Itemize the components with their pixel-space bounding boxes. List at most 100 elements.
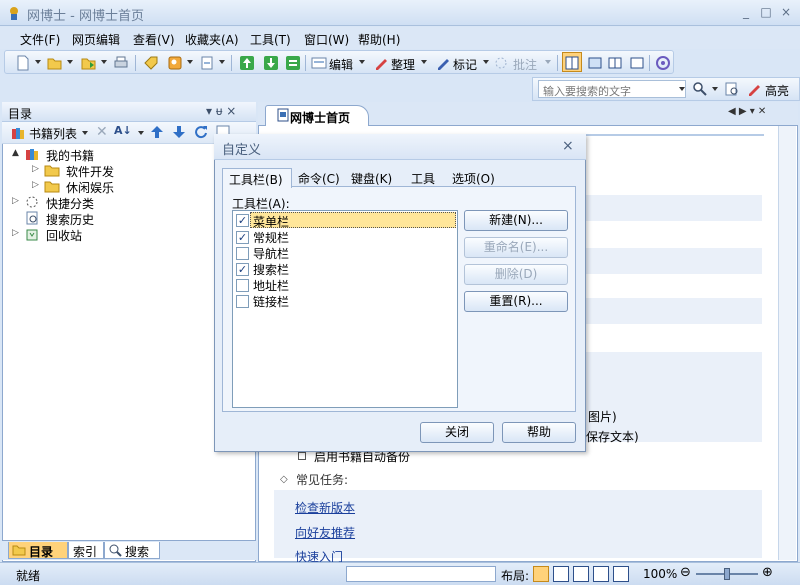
tree-item-recycle-bin[interactable]: 回收站 — [46, 227, 82, 244]
link-recommend[interactable]: 向好友推荐 — [295, 524, 355, 541]
open-icon[interactable] — [47, 55, 63, 71]
layout-label: 布局: — [501, 567, 529, 584]
dialog-close-icon[interactable]: × — [562, 138, 574, 154]
list-item-links[interactable]: 链接栏 — [253, 293, 289, 310]
search-icon[interactable] — [692, 81, 708, 97]
move-up-icon[interactable] — [239, 55, 255, 71]
tree-expander[interactable]: ▲ — [12, 148, 19, 158]
book-view-icon[interactable] — [607, 55, 623, 71]
zoom-level: 100% — [643, 567, 677, 581]
sort-icon[interactable]: A↓ — [114, 124, 132, 137]
list-item-menubar[interactable]: 菜单栏 — [253, 213, 289, 230]
print-icon[interactable] — [113, 55, 129, 71]
delete-toolbar-button[interactable]: 删除(D) — [464, 264, 568, 285]
search-tab-icon — [108, 543, 122, 557]
page-icon — [276, 108, 290, 122]
zoom-in-icon[interactable]: ⊕ — [762, 565, 773, 580]
delete-icon[interactable]: ✕ — [96, 124, 108, 140]
find-icon[interactable] — [724, 81, 740, 97]
dialog-help-button[interactable]: 帮助 — [502, 422, 576, 443]
checkbox-address[interactable] — [236, 279, 249, 292]
pane-controls[interactable]: ▾ ᵾ × — [206, 104, 236, 118]
sync-icon[interactable] — [285, 55, 301, 71]
list-item-search[interactable]: 搜索栏 — [253, 261, 289, 278]
settings-icon[interactable] — [655, 55, 671, 71]
search-input[interactable]: 输入要搜索的文字 — [538, 80, 686, 98]
tag-icon[interactable] — [143, 55, 159, 71]
menu-window[interactable]: 窗口(W) — [304, 31, 349, 48]
key-icon[interactable] — [167, 55, 183, 71]
organize-icon[interactable] — [373, 55, 389, 71]
list-item-navigation[interactable]: 导航栏 — [253, 245, 289, 262]
reset-toolbar-button[interactable]: 重置(R)... — [464, 291, 568, 312]
tree-item-leisure[interactable]: 休闲娱乐 — [66, 179, 114, 196]
zoom-out-icon[interactable]: ⊖ — [680, 565, 691, 580]
mark-label[interactable]: 标记 — [453, 56, 477, 73]
tree-expander[interactable]: ▷ — [32, 180, 39, 190]
new-icon[interactable] — [15, 55, 31, 71]
layout-5-button[interactable] — [613, 566, 629, 582]
tree-item-search-history[interactable]: 搜索历史 — [46, 211, 94, 228]
new-toolbar-button[interactable]: 新建(N)... — [464, 210, 568, 231]
tab-nav-controls[interactable]: ◀ ▶ ▾ ✕ — [728, 106, 766, 117]
layout-3-button[interactable] — [573, 566, 589, 582]
annotate-icon[interactable] — [493, 55, 509, 71]
edit-label[interactable]: 编辑 — [329, 56, 353, 73]
window-view-icon[interactable] — [587, 55, 603, 71]
rename-toolbar-button[interactable]: 重命名(E)... — [464, 237, 568, 258]
layout-2-button[interactable] — [553, 566, 569, 582]
tree-item-quick-category[interactable]: 快捷分类 — [46, 195, 94, 212]
menu-help[interactable]: 帮助(H) — [358, 31, 400, 48]
menu-web-edit[interactable]: 网页编辑 — [72, 31, 120, 48]
refresh-icon[interactable] — [194, 125, 208, 139]
dialog-tab-commands[interactable]: 命令(C) — [292, 168, 346, 188]
move-down-icon[interactable] — [263, 55, 279, 71]
menu-view[interactable]: 查看(V) — [133, 31, 175, 48]
link-check-update[interactable]: 检查新版本 — [295, 499, 355, 516]
checkbox-search[interactable]: ✓ — [236, 263, 249, 276]
checkbox-navigation[interactable] — [236, 247, 249, 260]
book-list-button[interactable]: 书籍列表 — [29, 125, 77, 142]
mark-icon[interactable] — [435, 55, 451, 71]
tree-expander[interactable]: ▷ — [32, 164, 39, 174]
edit-icon[interactable] — [311, 55, 327, 71]
bullet-icon: ◇ — [280, 474, 288, 485]
layout-1-button[interactable] — [533, 566, 549, 582]
menu-file[interactable]: 文件(F) — [20, 31, 60, 48]
vertical-scrollbar[interactable] — [778, 126, 796, 560]
highlight-icon[interactable] — [746, 81, 762, 97]
highlight-label[interactable]: 高亮 — [765, 82, 789, 99]
arrow-down-icon[interactable] — [172, 125, 186, 139]
backup-checkbox[interactable] — [298, 452, 306, 460]
close-window-button[interactable]: × — [778, 5, 794, 19]
dialog-title-bar: 自定义 × — [214, 134, 586, 160]
import-icon[interactable] — [81, 55, 97, 71]
content-text: 保存文本) — [586, 428, 639, 445]
tree-expander[interactable]: ▷ — [12, 228, 19, 238]
layout-4-button[interactable] — [593, 566, 609, 582]
dialog-tab-toolbars[interactable]: 工具栏(B) — [222, 168, 292, 188]
organize-label[interactable]: 整理 — [391, 56, 415, 73]
zoom-slider-thumb[interactable] — [724, 568, 730, 580]
menu-favorites[interactable]: 收藏夹(A) — [185, 31, 239, 48]
list-item-address[interactable]: 地址栏 — [253, 277, 289, 294]
checkbox-menubar[interactable]: ✓ — [236, 214, 249, 227]
my-books-icon — [24, 146, 40, 162]
maximize-button[interactable]: □ — [758, 5, 774, 19]
page-setup-icon[interactable] — [199, 55, 215, 71]
minimize-button[interactable]: _ — [738, 5, 754, 19]
dialog-close-button[interactable]: 关闭 — [420, 422, 494, 443]
single-view-icon[interactable] — [629, 55, 645, 71]
list-item-standard[interactable]: 常规栏 — [253, 229, 289, 246]
annotate-label[interactable]: 批注 — [513, 56, 537, 73]
dialog-tab-options[interactable]: 选项(O) — [446, 168, 501, 188]
menu-tools[interactable]: 工具(T) — [250, 31, 291, 48]
tree-item-software-dev[interactable]: 软件开发 — [66, 163, 114, 180]
arrow-up-icon[interactable] — [150, 125, 164, 139]
checkbox-links[interactable] — [236, 295, 249, 308]
tree-expander[interactable]: ▷ — [12, 196, 19, 206]
checkbox-standard[interactable]: ✓ — [236, 231, 249, 244]
dialog-tab-keyboard[interactable]: 键盘(K) — [345, 168, 398, 188]
tab-index[interactable]: 索引 — [68, 542, 104, 559]
dialog-tab-tools[interactable]: 工具 — [405, 168, 441, 188]
